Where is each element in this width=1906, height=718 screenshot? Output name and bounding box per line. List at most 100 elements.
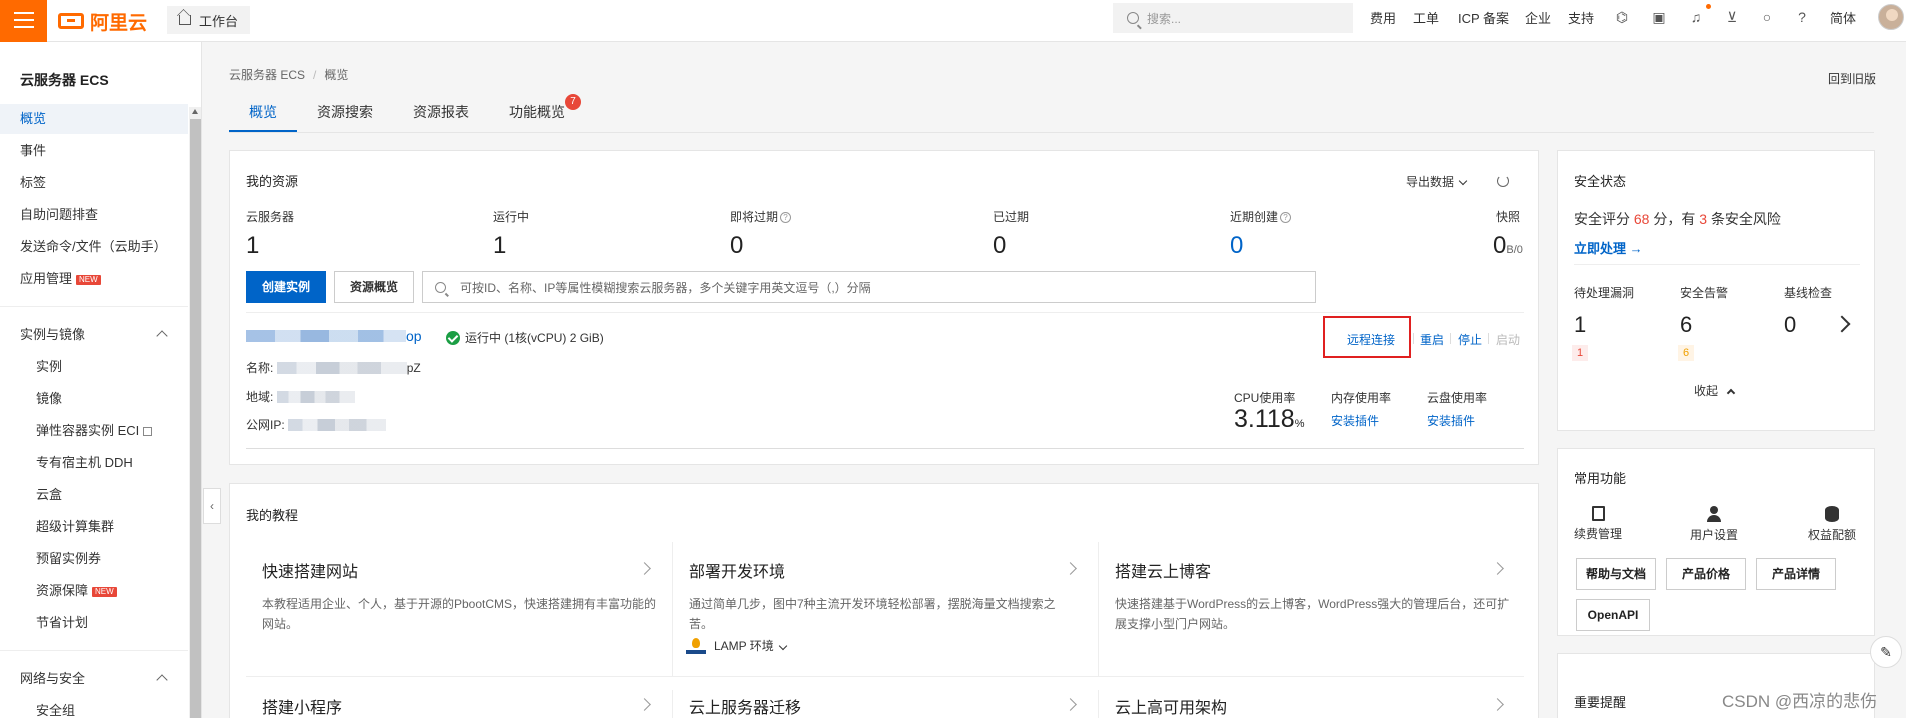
- redacted-name: [276, 361, 407, 374]
- sidebar-item-instances[interactable]: 实例: [0, 352, 188, 382]
- sidebar-item-reserved[interactable]: 预留实例券: [0, 544, 188, 574]
- tab-resource-report[interactable]: 资源报表: [413, 100, 469, 132]
- sidebar-item-troubleshoot[interactable]: 自助问题排查: [0, 200, 188, 230]
- stat-value-expiring[interactable]: 0: [730, 232, 743, 260]
- tab-count-badge: 7: [565, 94, 581, 110]
- sidebar-collapse-button[interactable]: ‹: [203, 488, 221, 524]
- lamp-env-dropdown[interactable]: LAMP 环境: [686, 637, 788, 654]
- tutorial-quick-website[interactable]: 快速搭建网站 本教程适用企业、个人，基于开源的PbootCMS，快速搭建拥有丰富…: [262, 558, 662, 634]
- instance-search-input[interactable]: 可按ID、名称、IP等属性模糊搜索云服务器，多个关键字用英文逗号（,）分隔: [422, 271, 1316, 303]
- restart-link[interactable]: 重启: [1420, 331, 1444, 348]
- tutorial-migration[interactable]: 云上服务器迁移: [689, 694, 801, 718]
- collapse-button[interactable]: 收起: [1694, 382, 1736, 399]
- remote-connect-link[interactable]: 远程连接: [1347, 331, 1395, 348]
- back-to-old-version-link[interactable]: 回到旧版: [1828, 70, 1876, 87]
- bell-icon[interactable]: ♫: [1688, 9, 1704, 25]
- sidebar-item-savings-plan[interactable]: 节省计划: [0, 608, 188, 638]
- tutorial-dev-env[interactable]: 部署开发环境 通过简单几步，图中7种主流开发环境轻松部署，摆脱海量文档搜索之苦。: [689, 558, 1079, 634]
- product-price-button[interactable]: 产品价格: [1666, 558, 1746, 590]
- alert-value[interactable]: 6: [1680, 312, 1692, 338]
- chevron-down-icon: [1458, 176, 1468, 186]
- sidebar-item-security-group[interactable]: 安全组: [0, 696, 188, 718]
- create-instance-button[interactable]: 创建实例: [246, 271, 326, 303]
- avatar[interactable]: [1878, 4, 1904, 30]
- scrollbar-thumb[interactable]: [190, 119, 201, 718]
- cart-icon[interactable]: ⊻: [1724, 9, 1740, 25]
- tab-overview[interactable]: 概览: [229, 100, 297, 132]
- stat-value-servers[interactable]: 1: [246, 232, 259, 260]
- sidebar-item-events[interactable]: 事件: [0, 136, 188, 166]
- start-link[interactable]: 启动: [1496, 331, 1520, 348]
- cloud-shell-icon[interactable]: ⌬: [1614, 9, 1630, 25]
- instance-id-link[interactable]: op: [246, 328, 422, 344]
- refresh-icon[interactable]: [1497, 175, 1509, 187]
- stat-label-expiring: 即将过期?: [730, 208, 792, 225]
- help-icon[interactable]: ?: [1794, 9, 1810, 25]
- help-icon[interactable]: ?: [1280, 212, 1292, 224]
- stat-value-recent[interactable]: 0: [1230, 232, 1243, 260]
- disk-install-plugin-link[interactable]: 安装插件: [1427, 412, 1475, 429]
- sidebar-item-supercomputing[interactable]: 超级计算集群: [0, 512, 188, 542]
- feedback-edit-icon[interactable]: ✎: [1870, 636, 1902, 668]
- tutorial-cloud-blog[interactable]: 搭建云上博客 快速搭建基于WordPress的云上博客，WordPress强大的…: [1115, 558, 1515, 634]
- nav-enterprise[interactable]: 企业: [1525, 0, 1551, 34]
- sidebar-item-app-management[interactable]: 应用管理 NEW: [0, 264, 188, 294]
- vuln-high-badge: 1: [1572, 345, 1588, 361]
- workbench-button[interactable]: 工作台: [167, 6, 251, 34]
- baseline-value[interactable]: 0: [1784, 312, 1796, 338]
- security-score: 安全评分 68 分，有 3 条安全风险: [1574, 211, 1781, 227]
- sidebar-item-cloud-assistant[interactable]: 发送命令/文件（云助手）: [0, 232, 188, 262]
- sidebar-group-network[interactable]: 网络与安全: [0, 664, 188, 694]
- instance-region: 地域:: [246, 388, 355, 405]
- terminal-icon[interactable]: ▣: [1651, 9, 1667, 25]
- sidebar-item-images[interactable]: 镜像: [0, 384, 188, 414]
- stat-value-running[interactable]: 1: [493, 232, 506, 260]
- help-docs-button[interactable]: 帮助与文档: [1576, 558, 1656, 590]
- my-resources-title: 我的资源: [246, 174, 299, 189]
- vuln-label: 待处理漏洞: [1574, 286, 1635, 300]
- stop-link[interactable]: 停止: [1458, 331, 1482, 348]
- baseline-label: 基线检查: [1784, 286, 1833, 300]
- sidebar-item-resource-guarantee[interactable]: 资源保障 NEW: [0, 576, 188, 606]
- tutorial-mini-program[interactable]: 搭建小程序: [262, 694, 342, 718]
- nav-fees[interactable]: 费用: [1370, 0, 1396, 34]
- nav-support[interactable]: 支持: [1568, 0, 1594, 34]
- nav-icp[interactable]: ICP 备案: [1458, 0, 1509, 34]
- security-divider: [1574, 264, 1860, 265]
- breadcrumb-ecs[interactable]: 云服务器 ECS: [229, 68, 305, 82]
- user-settings[interactable]: 用户设置: [1690, 506, 1738, 543]
- sidebar-item-cloud-box[interactable]: 云盒: [0, 480, 188, 510]
- stat-value-snapshots[interactable]: 0B/0: [1493, 232, 1523, 260]
- aliyun-logo[interactable]: 阿里云: [58, 8, 147, 34]
- export-data-button[interactable]: 导出数据: [1406, 173, 1468, 190]
- scroll-up-icon[interactable]: [192, 109, 198, 114]
- stat-label-expired: 已过期: [993, 210, 1030, 224]
- global-search-input[interactable]: 搜索...: [1113, 3, 1353, 33]
- search-icon: [1127, 12, 1139, 24]
- renewal-management[interactable]: 续费管理: [1574, 506, 1622, 542]
- quota-management[interactable]: 权益配额: [1808, 506, 1856, 543]
- resource-overview-button[interactable]: 资源概览: [334, 271, 414, 303]
- sidebar-group-instances[interactable]: 实例与镜像: [0, 320, 188, 350]
- handle-now-link[interactable]: 立即处理 →: [1574, 238, 1643, 257]
- sidebar-item-ddh[interactable]: 专有宿主机 DDH: [0, 448, 188, 478]
- sidebar-item-overview[interactable]: 概览: [0, 104, 188, 134]
- sidebar-item-eci[interactable]: 弹性容器实例 ECI: [0, 416, 188, 446]
- sidebar-scrollbar[interactable]: [189, 107, 201, 718]
- language-switch[interactable]: 简体: [1830, 0, 1856, 34]
- tab-resource-search[interactable]: 资源搜索: [317, 100, 373, 132]
- stat-value-expired[interactable]: 0: [993, 232, 1006, 260]
- memory-install-plugin-link[interactable]: 安装插件: [1331, 412, 1379, 429]
- tab-feature-overview[interactable]: 功能概览 7: [509, 94, 581, 132]
- help-icon[interactable]: ?: [780, 212, 792, 224]
- chevron-down-icon: [778, 641, 788, 650]
- tutorial-high-availability[interactable]: 云上高可用架构: [1115, 694, 1227, 718]
- sidebar-item-tags[interactable]: 标签: [0, 168, 188, 198]
- nav-tickets[interactable]: 工单: [1413, 0, 1439, 34]
- product-details-button[interactable]: 产品详情: [1756, 558, 1836, 590]
- openapi-button[interactable]: OpenAPI: [1576, 599, 1650, 631]
- alert-badge: 6: [1678, 345, 1694, 361]
- lightbulb-icon[interactable]: ○: [1759, 9, 1775, 25]
- vuln-value[interactable]: 1: [1574, 312, 1586, 338]
- menu-icon[interactable]: [0, 0, 47, 42]
